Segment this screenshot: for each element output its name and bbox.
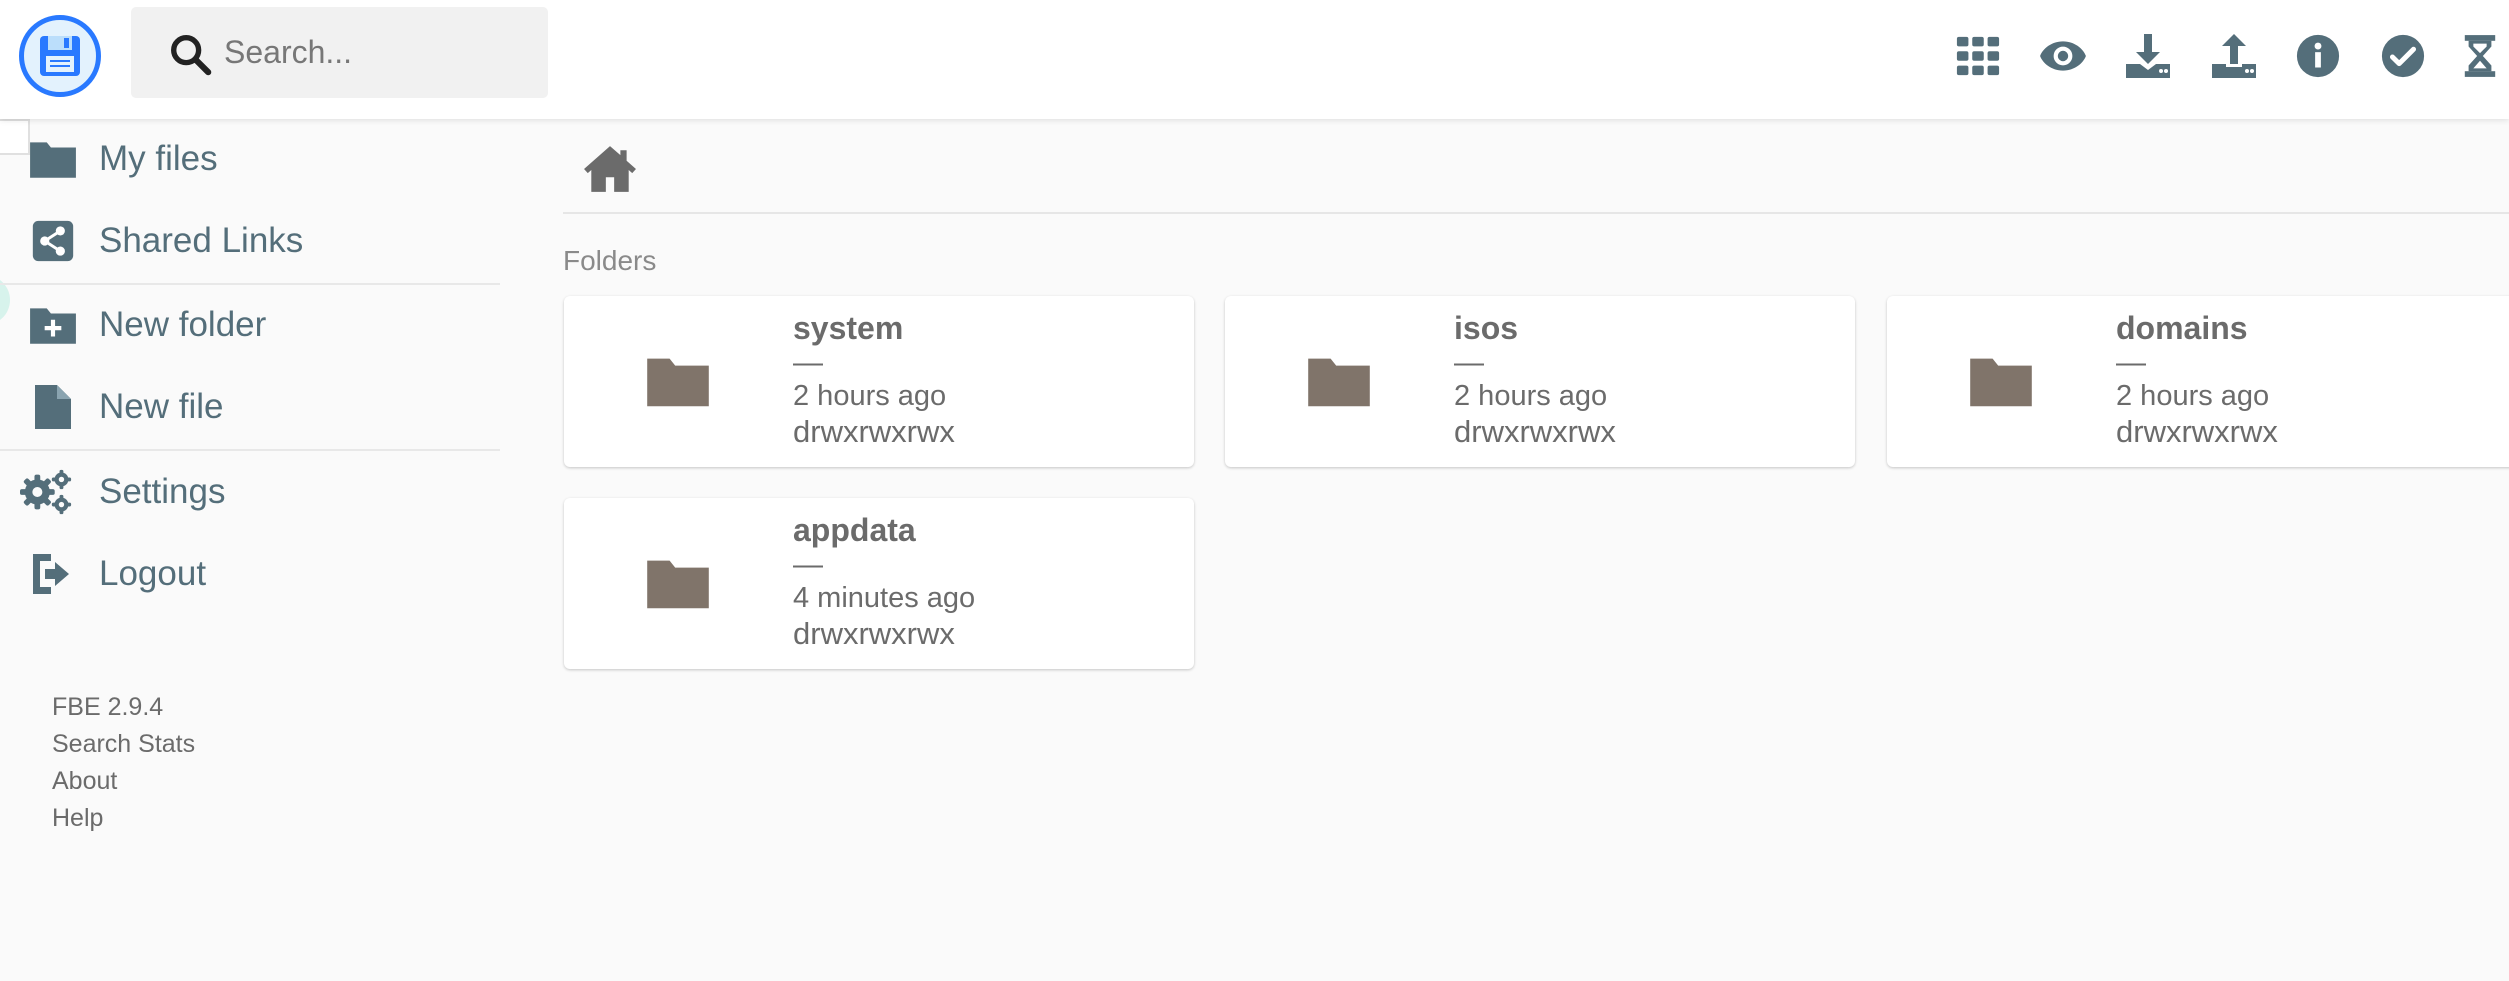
upload-icon (2212, 34, 2256, 78)
grid-view-icon (1956, 36, 2000, 76)
sidebar: My files Shared Links New folder New fil… (0, 119, 510, 981)
about-link[interactable]: About (52, 767, 117, 795)
settings-gears-icon (20, 469, 72, 515)
search-stats-link[interactable]: Search Stats (52, 730, 195, 758)
create-new-folder-icon (30, 308, 76, 344)
folder-size: — (793, 548, 823, 581)
help-link[interactable]: Help (52, 804, 103, 832)
logout-icon (33, 554, 69, 594)
select-button[interactable] (2375, 28, 2431, 84)
folder-name: domains (2116, 310, 2248, 346)
sidebar-item-my-files[interactable]: My files (0, 121, 500, 197)
sidebar-item-logout[interactable]: Logout (0, 536, 500, 612)
folder-permissions: drwxrwxrwx (793, 616, 955, 651)
folder-icon (30, 142, 76, 178)
folder-icon (1308, 358, 1370, 407)
check-circle-icon (2381, 34, 2425, 78)
info-button[interactable] (2290, 28, 2346, 84)
folder-name: appdata (793, 512, 916, 548)
sidebar-item-label: New file (99, 387, 224, 426)
sidebar-item-label: New folder (99, 305, 267, 344)
folder-card-isos[interactable]: isos — 2 hours ago drwxrwxrwx (1225, 296, 1855, 467)
folder-modified: 2 hours ago (793, 380, 947, 412)
folder-card-domains[interactable]: domains — 2 hours ago drwxrwxrwx (1887, 296, 2509, 467)
file-icon (35, 385, 71, 429)
sidebar-item-label: Settings (99, 472, 226, 511)
folder-permissions: drwxrwxrwx (793, 414, 955, 449)
folder-permissions: drwxrwxrwx (1454, 414, 1616, 449)
hourglass-icon (2464, 35, 2496, 77)
hourglass-button[interactable] (2458, 28, 2502, 84)
folder-modified: 2 hours ago (2116, 380, 2270, 412)
folder-icon (1970, 358, 2032, 407)
download-icon (2126, 34, 2170, 78)
upload-button[interactable] (2206, 28, 2262, 84)
sidebar-item-label: My files (99, 139, 218, 178)
sidebar-item-label: Shared Links (99, 221, 304, 260)
breadcrumb (563, 124, 2509, 214)
folder-size: — (1454, 346, 1484, 379)
folder-icon (647, 560, 709, 609)
eye-icon (2040, 41, 2086, 71)
sidebar-item-settings[interactable]: Settings (0, 454, 500, 530)
version-text: FBE 2.9.4 (52, 693, 164, 721)
sidebar-item-label: Logout (99, 554, 207, 593)
folder-name: system (793, 310, 904, 346)
folder-name: isos (1454, 310, 1519, 346)
grid-view-button[interactable] (1950, 28, 2006, 84)
credits: FBE 2.9.4 Search Stats About Help (52, 689, 195, 837)
sidebar-divider (0, 283, 500, 285)
sidebar-divider (0, 449, 500, 451)
folder-size: — (793, 346, 823, 379)
top-header (0, 0, 2509, 119)
share-icon (32, 220, 74, 262)
folder-modified: 4 minutes ago (793, 582, 976, 614)
sidebar-item-new-file[interactable]: New file (0, 369, 500, 445)
preview-button[interactable] (2035, 28, 2091, 84)
header-actions (0, 28, 2509, 84)
folder-card-system[interactable]: system — 2 hours ago drwxrwxrwx (564, 296, 1194, 467)
home-icon[interactable] (583, 144, 637, 194)
folder-size: — (2116, 346, 2146, 379)
sidebar-item-shared-links[interactable]: Shared Links (0, 203, 500, 279)
info-icon (2296, 34, 2340, 78)
folder-modified: 2 hours ago (1454, 380, 1608, 412)
sidebar-item-new-folder[interactable]: New folder (0, 287, 500, 363)
folder-permissions: drwxrwxrwx (2116, 414, 2278, 449)
download-button[interactable] (2120, 28, 2176, 84)
folders-section-title: Folders (563, 245, 657, 276)
folder-icon (647, 358, 709, 407)
folder-card-appdata[interactable]: appdata — 4 minutes ago drwxrwxrwx (564, 498, 1194, 669)
